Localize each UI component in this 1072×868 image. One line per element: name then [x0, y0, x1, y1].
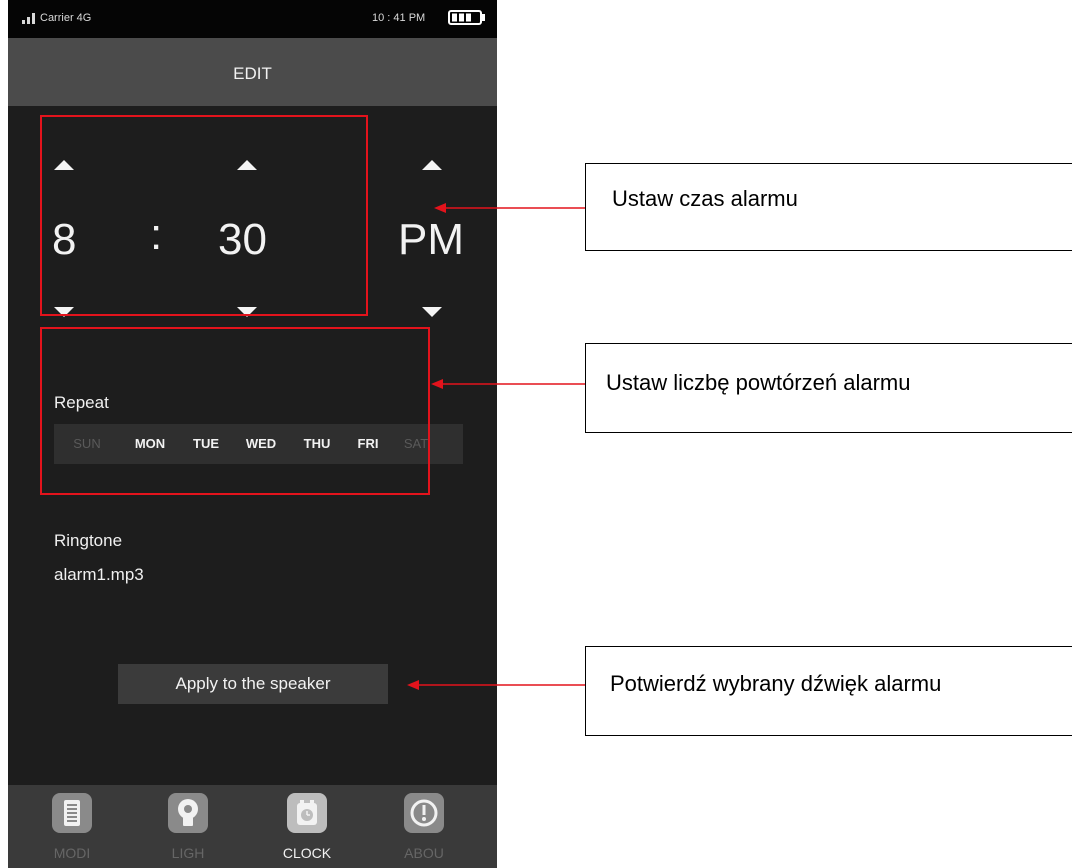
- annotation-arrows: [407, 203, 585, 690]
- callout-set-repeat: Ustaw liczbę powtórzeń alarmu: [585, 343, 1072, 433]
- callout-confirm-sound: Potwierdź wybrany dźwięk alarmu: [585, 646, 1072, 736]
- callout-confirm-sound-text: Potwierdź wybrany dźwięk alarmu: [610, 671, 942, 696]
- callout-set-time: Ustaw czas alarmu: [585, 163, 1072, 251]
- callout-set-repeat-text: Ustaw liczbę powtórzeń alarmu: [606, 370, 911, 395]
- callout-set-time-text: Ustaw czas alarmu: [612, 186, 798, 211]
